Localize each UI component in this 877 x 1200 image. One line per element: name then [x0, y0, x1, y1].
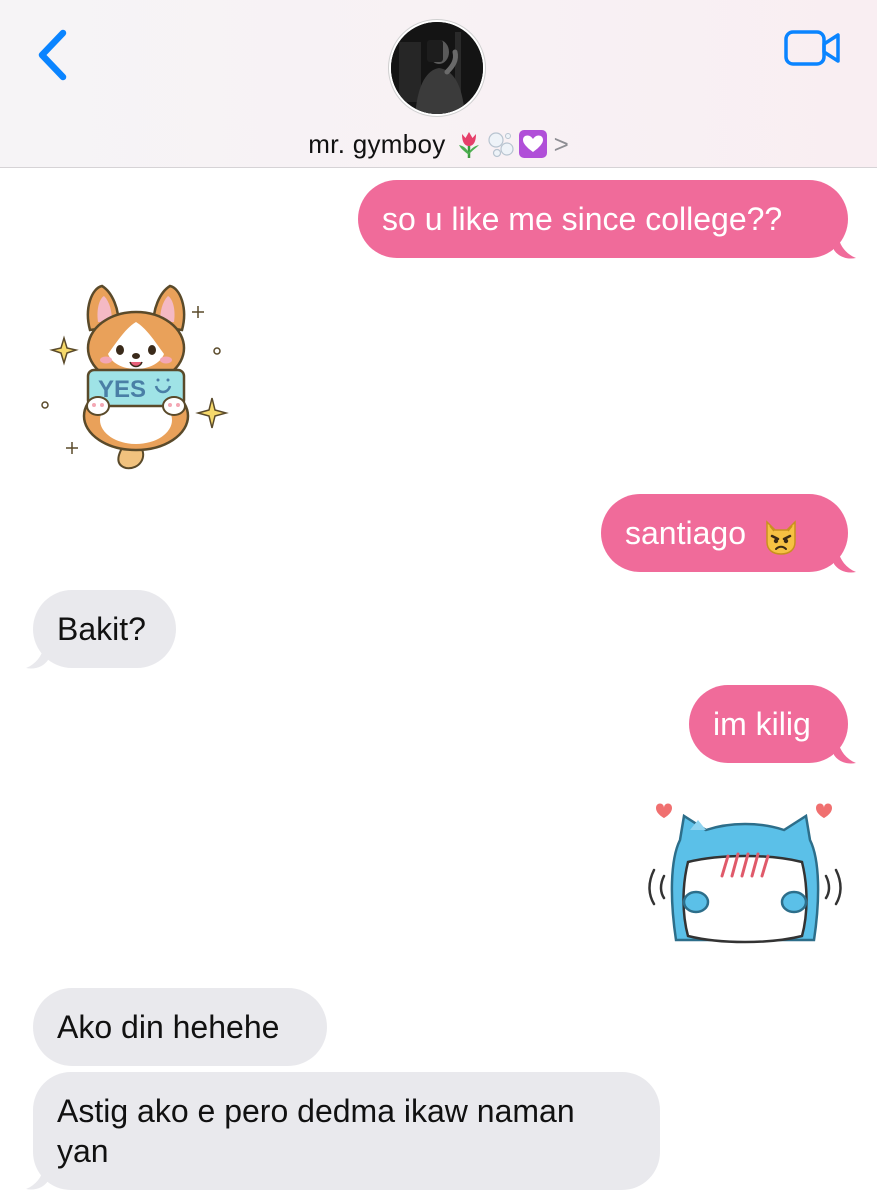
message-text: santiago	[625, 515, 746, 551]
corgi-yes-sticker[interactable]: YES	[36, 278, 236, 474]
bubble-tail	[26, 1167, 48, 1190]
pouting-cat-icon	[766, 519, 796, 555]
message-text: Bakit?	[57, 611, 146, 647]
video-camera-icon	[784, 30, 840, 66]
bubble-tail	[834, 741, 856, 764]
blue-cat-icon	[648, 803, 842, 944]
conversation-header: mr. gymboy >	[0, 0, 877, 168]
bubble-tail	[26, 646, 48, 669]
bubble-tail	[834, 236, 856, 259]
chevron-left-icon	[38, 29, 67, 81]
bubbles-icon	[487, 132, 514, 158]
message-text-line: yan	[57, 1133, 109, 1169]
message-text: im kilig	[713, 706, 811, 742]
blue-cat-pillow-sticker[interactable]	[640, 790, 850, 955]
sent-message-bubble[interactable]: santiago	[601, 494, 848, 572]
facetime-video-button[interactable]	[783, 28, 843, 70]
contact-avatar[interactable]	[389, 20, 485, 116]
message-text: Ako din hehehe	[57, 1009, 280, 1045]
tulip-icon	[458, 132, 479, 158]
sent-message-bubble[interactable]: so u like me since college??	[358, 180, 848, 258]
received-message-bubble[interactable]: Astig ako e pero dedma ikaw naman yan	[33, 1072, 660, 1190]
heart-decoration-icon	[518, 130, 547, 158]
message-text: so u like me since college??	[382, 201, 783, 237]
back-button[interactable]	[30, 25, 80, 85]
contact-name: mr. gymboy	[308, 128, 446, 159]
avatar-photo	[391, 22, 483, 114]
corgi-icon: YES	[41, 284, 229, 470]
received-message-bubble[interactable]: Bakit?	[33, 590, 176, 668]
sent-message-bubble[interactable]: im kilig	[689, 685, 848, 763]
received-message-bubble[interactable]: Ako din hehehe	[33, 988, 327, 1066]
message-text-line: Astig ako e pero dedma ikaw naman	[57, 1093, 575, 1129]
bubble-tail	[834, 550, 856, 573]
contact-info-button[interactable]: mr. gymboy >	[0, 124, 877, 164]
chevron-right-icon: >	[553, 128, 569, 159]
contact-emojis	[454, 129, 548, 159]
